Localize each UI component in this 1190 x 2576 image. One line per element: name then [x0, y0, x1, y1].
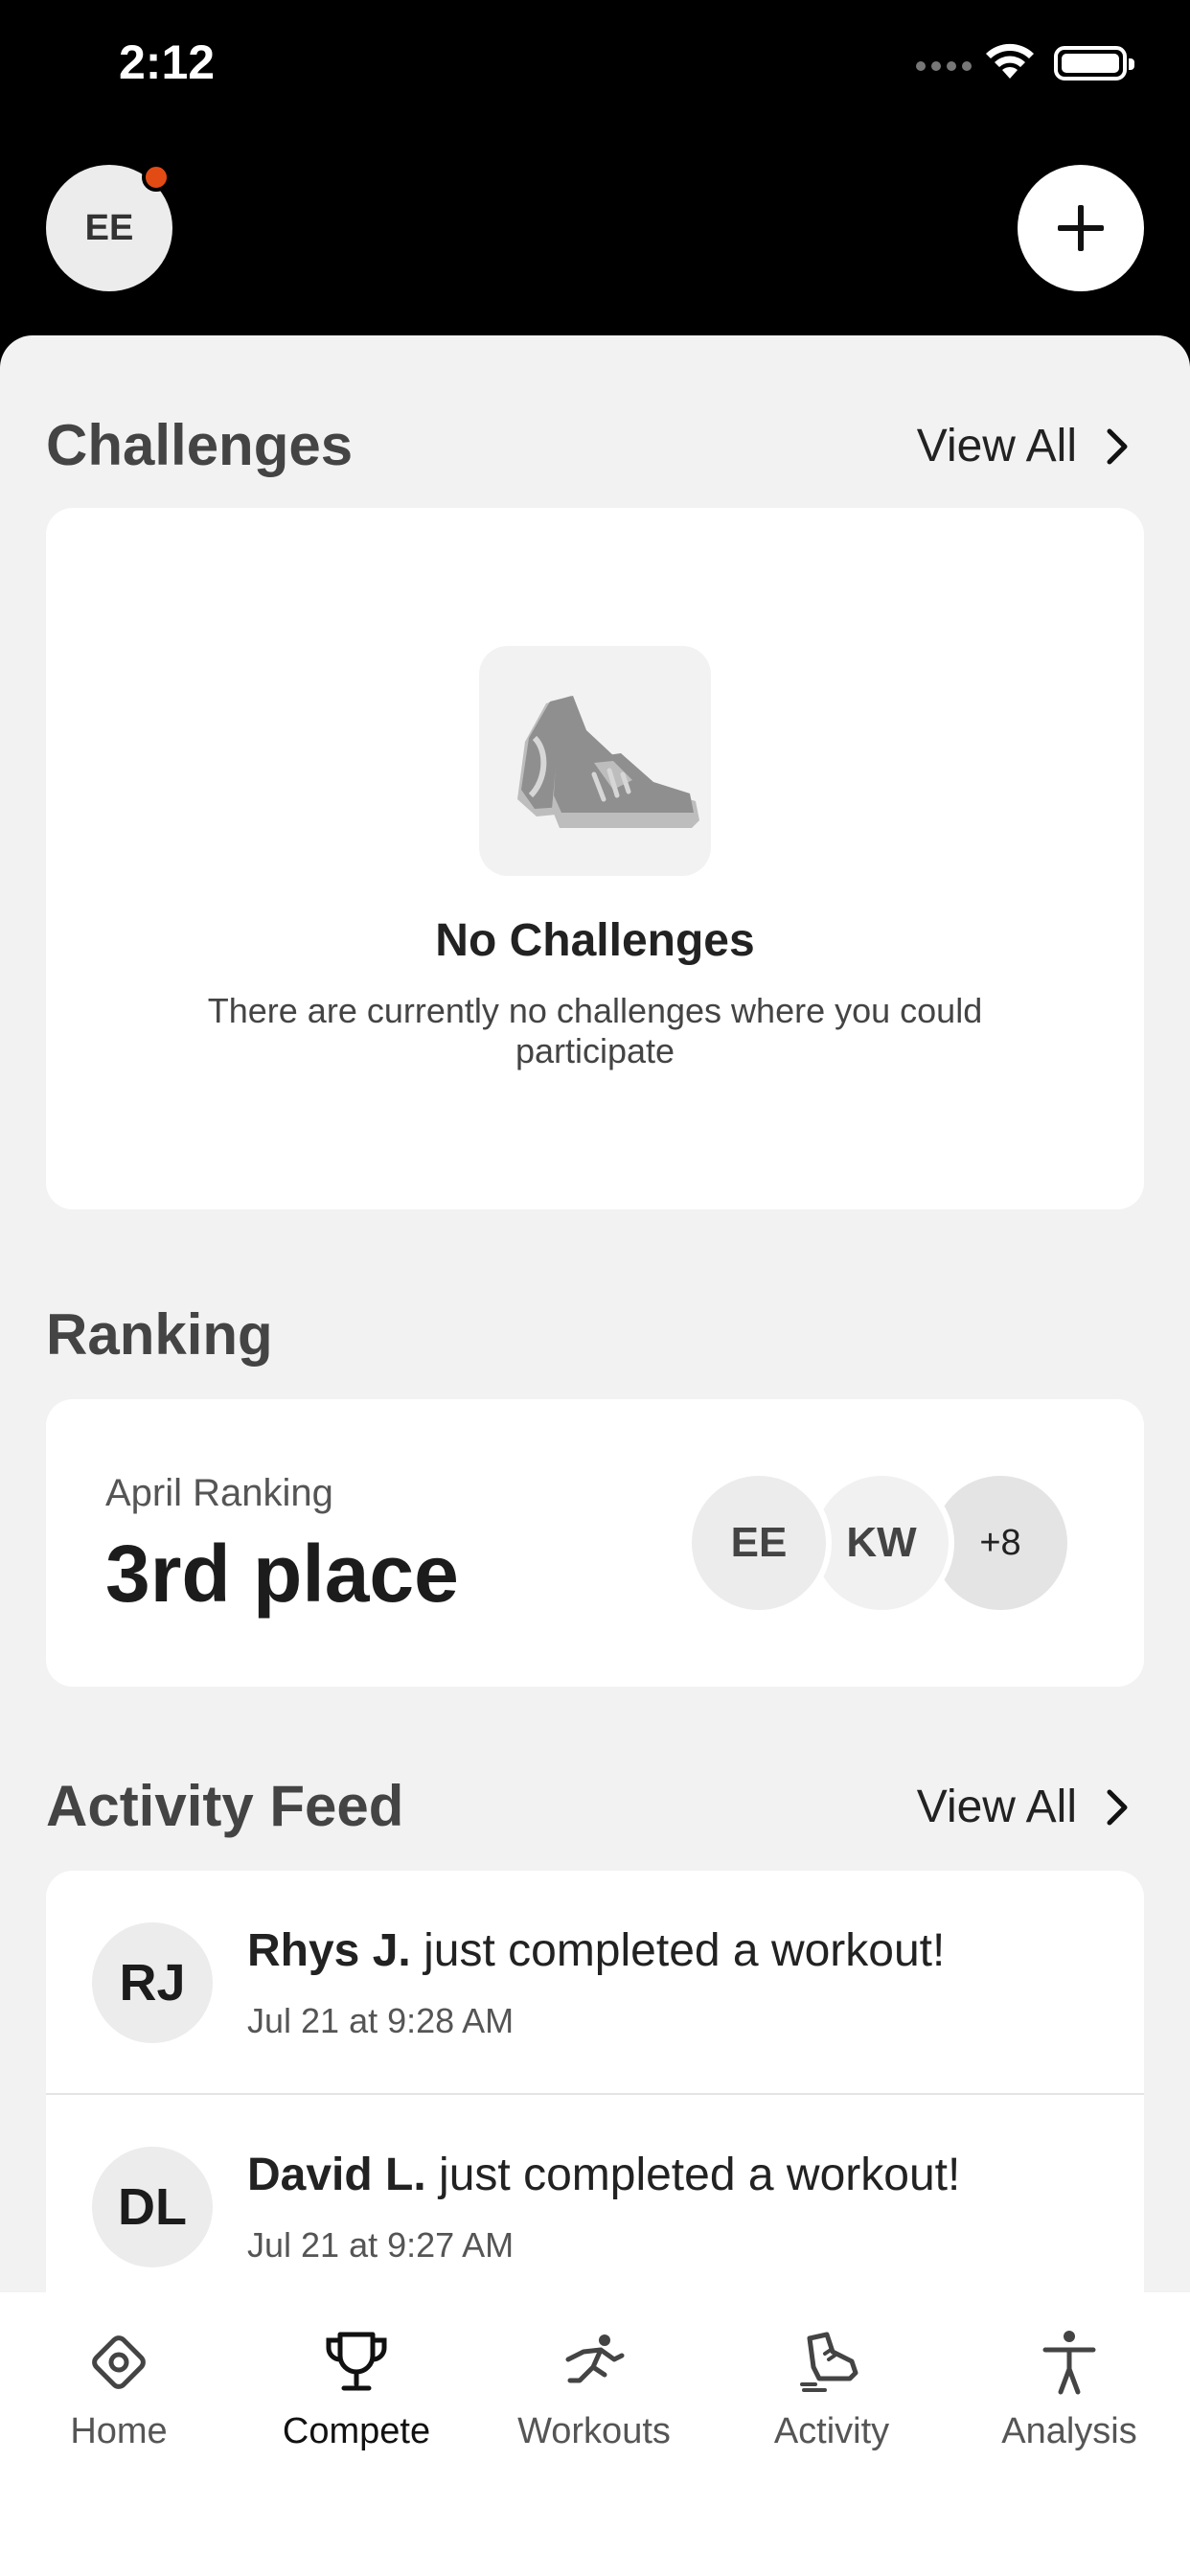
- ranking-title: Ranking: [46, 1302, 273, 1367]
- trophy-icon: [326, 2332, 387, 2391]
- tab-compete[interactable]: Compete: [238, 2327, 475, 2461]
- home-diamond-icon: [92, 2335, 146, 2389]
- tab-bar: Home Compete Workouts Activity Analysis: [0, 2292, 1190, 2576]
- feed-timestamp: Jul 21 at 9:28 AM: [247, 2001, 515, 2040]
- feed-message: David L. just completed a workout!: [247, 2149, 960, 2201]
- tab-compete-label: Compete: [282, 2411, 431, 2451]
- feed-message: Rhys J. just completed a workout!: [247, 1924, 945, 1977]
- main-content: Challenges View All No Challenges There …: [0, 335, 1190, 2576]
- profile-avatar-initials: EE: [84, 207, 134, 248]
- status-time: 2:12: [119, 35, 216, 89]
- empty-state-title: No Challenges: [435, 915, 755, 966]
- activity-feed-title: Activity Feed: [46, 1774, 404, 1838]
- challenges-view-all-label: View All: [916, 421, 1077, 472]
- feed-avatar: DL: [92, 2147, 213, 2267]
- feed-timestamp: Jul 21 at 9:27 AM: [247, 2225, 515, 2265]
- feed-user-name: Rhys J.: [247, 1925, 411, 1976]
- running-figure-icon: [565, 2334, 625, 2383]
- challenges-card: No Challenges There are currently no cha…: [46, 508, 1144, 1209]
- activity-feed-view-all-label: View All: [916, 1782, 1077, 1832]
- feed-item[interactable]: DL David L. just completed a workout! Ju…: [46, 2095, 1144, 2319]
- cellular-signal-icon: [916, 61, 972, 71]
- challenges-title: Challenges: [46, 413, 354, 477]
- tab-workouts[interactable]: Workouts: [475, 2327, 713, 2461]
- shoe-activity-icon: [800, 2332, 858, 2392]
- notification-dot: [142, 163, 171, 192]
- plus-icon: [1058, 205, 1104, 251]
- ranking-card[interactable]: April Ranking 3rd place EE KW +8: [46, 1399, 1144, 1687]
- wifi-icon: [986, 43, 1034, 79]
- add-button[interactable]: [1018, 165, 1144, 291]
- battery-icon: [1054, 46, 1134, 80]
- ranking-label: April Ranking: [105, 1472, 333, 1514]
- tab-activity-label: Activity: [773, 2411, 890, 2451]
- person-figure-icon: [1042, 2331, 1096, 2395]
- challenges-view-all-link[interactable]: View All: [917, 420, 1129, 472]
- feed-user-name: David L.: [247, 2150, 426, 2200]
- feed-message-text: just completed a workout!: [425, 2150, 961, 2200]
- chevron-right-icon: [1107, 428, 1128, 464]
- tab-activity[interactable]: Activity: [713, 2327, 950, 2461]
- sneakers-icon: [479, 646, 711, 876]
- status-bar: 2:12: [0, 0, 1190, 134]
- feed-item[interactable]: RJ Rhys J. just completed a workout! Jul…: [46, 1871, 1144, 2095]
- tab-home[interactable]: Home: [0, 2327, 238, 2461]
- tab-analysis-label: Analysis: [1001, 2411, 1137, 2451]
- activity-feed-view-all-link[interactable]: View All: [917, 1781, 1129, 1833]
- tab-workouts-label: Workouts: [517, 2411, 671, 2451]
- ranking-value: 3rd place: [105, 1529, 459, 1619]
- feed-message-text: just completed a workout!: [410, 1925, 946, 1976]
- empty-state-description: There are currently no challenges where …: [207, 991, 983, 1070]
- feed-avatar: RJ: [92, 1922, 213, 2043]
- tab-analysis[interactable]: Analysis: [950, 2327, 1188, 2461]
- tab-home-label: Home: [70, 2411, 168, 2451]
- chevron-right-icon: [1107, 1789, 1128, 1825]
- ranking-avatar: EE: [686, 1470, 832, 1616]
